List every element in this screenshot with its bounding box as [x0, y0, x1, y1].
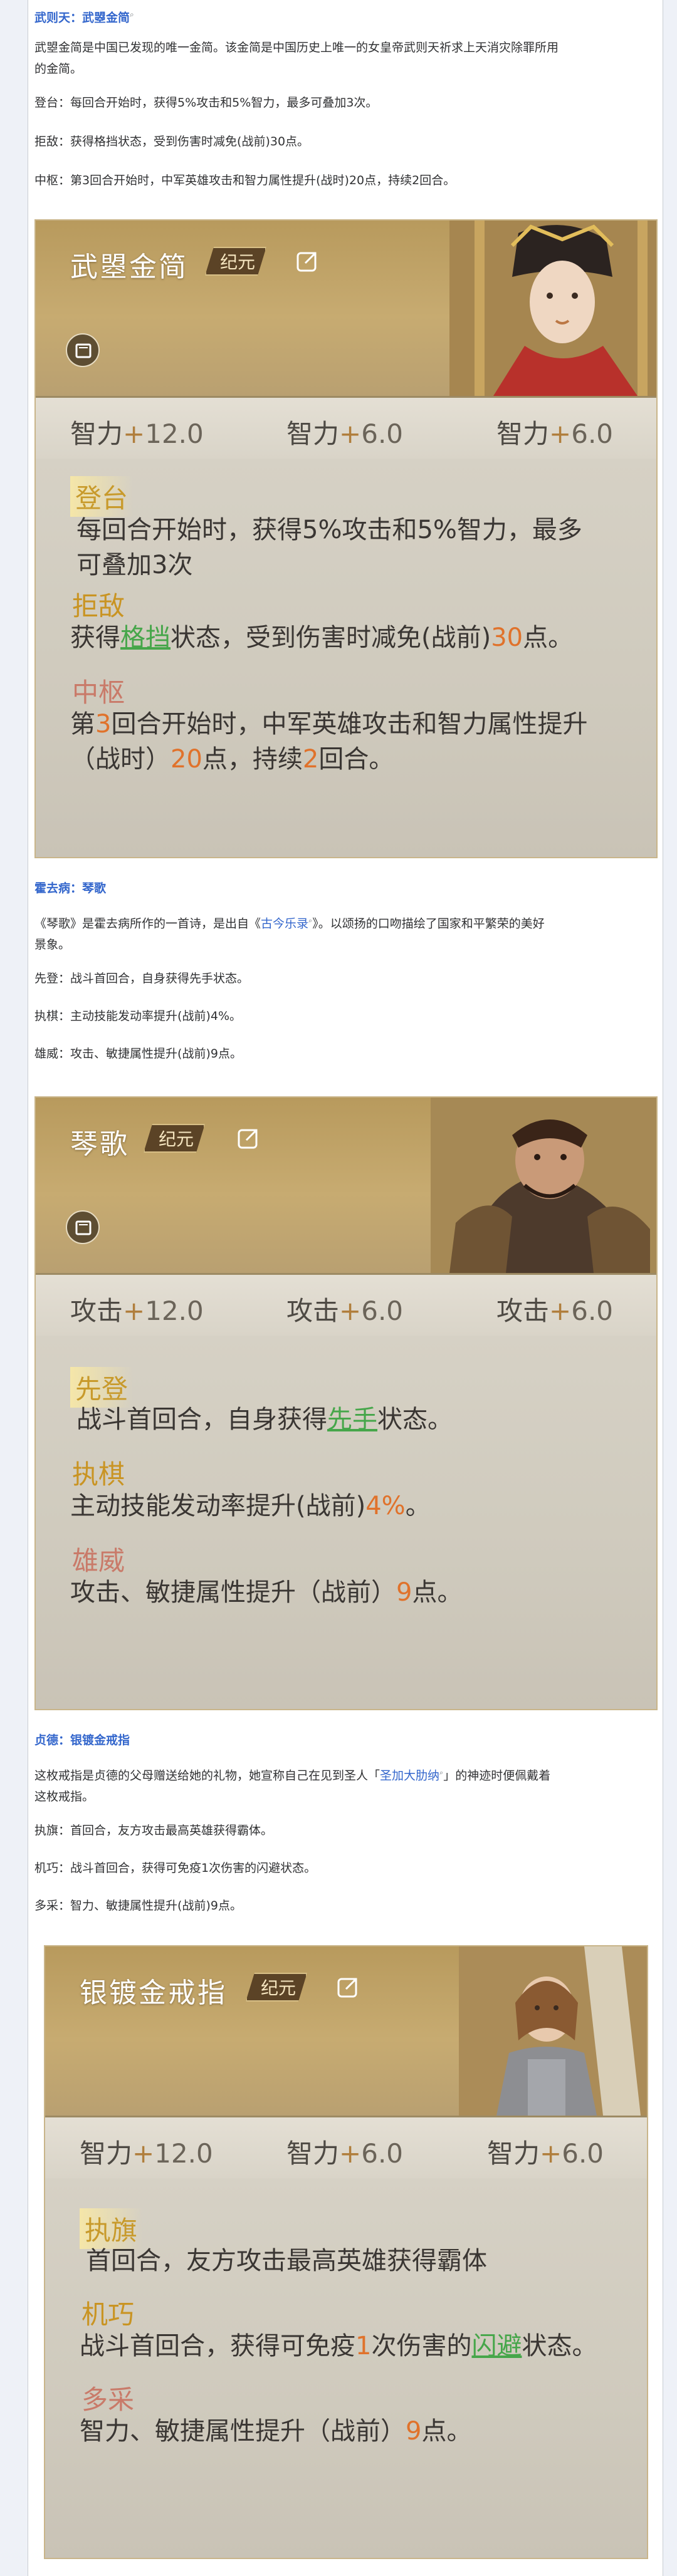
skill-label: 机巧: [81, 2299, 135, 2330]
stat-2: 智力+6.0: [286, 418, 404, 449]
hero-portrait: [431, 1098, 656, 1273]
item-link[interactable]: 银镀金戒指: [70, 1733, 130, 1747]
book-icon[interactable]: [66, 1210, 100, 1244]
skill-line: 执旗：首回合，友方攻击最高英雄获得霸体。: [34, 1824, 273, 1838]
treasure-card-qinge: 琴歌 纪元 攻击+12.0 攻击+6.0 攻击+6.0 先登 战斗首回合，自身获…: [34, 1096, 658, 1710]
treasure-card-wuzhao: 武曌金简 纪元 智力+12.0 智力+6.0 智力+6.0 登台 每回合开始时，…: [34, 219, 658, 858]
card-header: 武曌金简 纪元: [36, 221, 656, 396]
article-page: 武则天：武曌金简⌕ 武曌金简是中国已发现的唯一金简。该金简是中国历史上唯一的女皇…: [28, 0, 663, 2576]
stats-bar: 智力+12.0 智力+6.0 智力+6.0: [36, 396, 656, 459]
card-title: 银镀金戒指: [80, 1977, 227, 2009]
skill-desc: 第3回合开始时，中军英雄攻击和智力属性提升 （战时）20点，持续2回合。: [70, 710, 588, 774]
intro-paragraph: 武曌金简是中国已发现的唯一金简。该金简是中国历史上唯一的女皇帝武则天祈求上天消灾…: [34, 41, 559, 76]
skill-line: 先登：战斗首回合，自身获得先手状态。: [34, 972, 249, 986]
card-title: 琴歌: [70, 1128, 129, 1160]
skills-panel: 执旗 首回合，友方攻击最高英雄获得霸体 机巧 战斗首回合，获得可免疫1次伤害的闪…: [45, 2178, 647, 2558]
stat-1: 智力+12.0: [80, 2138, 213, 2169]
section-jeanne: 贞德：银镀金戒指 这枚戒指是贞德的父母赠送给她的礼物，她宣称自己在见到圣人「圣加…: [34, 1732, 661, 1916]
stat-1: 攻击+12.0: [70, 1296, 204, 1326]
item-link[interactable]: 武曌金简: [82, 11, 130, 24]
hero-link[interactable]: 霍去病: [34, 881, 70, 895]
skill-line: 中枢：第3回合开始时，中军英雄攻击和智力属性提升(战时)20点，持续2回合。: [34, 174, 456, 188]
stat-3: 攻击+6.0: [496, 1296, 614, 1326]
skill-label: 登台: [70, 476, 134, 517]
treasure-card-ring: 银镀金戒指 纪元 智力+12.0 智力+6.0 智力+6.0 执旗 首回合，友方…: [44, 1945, 648, 2559]
reference-link[interactable]: 圣加大肋纳: [380, 1768, 439, 1782]
section-heading: 武则天：武曌金简⌕: [34, 10, 134, 25]
stat-3: 智力+6.0: [496, 418, 614, 449]
hero-portrait: [449, 221, 656, 396]
skill-line: 拒敌：获得格挡状态，受到伤害时减免(战前)30点。: [34, 135, 310, 149]
card-title: 武曌金简: [70, 251, 188, 283]
section-wuzetian: 武则天：武曌金简⌕ 武曌金简是中国已发现的唯一金简。该金简是中国历史上唯一的女皇…: [34, 6, 661, 191]
skill-label: 执棋: [72, 1459, 125, 1490]
reference-link[interactable]: 古今乐录: [261, 917, 308, 930]
card-header: 琴歌 纪元: [36, 1098, 656, 1273]
skill-line: 执棋：主动技能发动率提升(战前)4%。: [34, 1009, 241, 1024]
skill-desc: 获得格挡状态，受到伤害时减免(战前)30点。: [70, 623, 574, 652]
stat-2: 智力+6.0: [286, 2138, 404, 2169]
section-heading: 霍去病：琴歌: [34, 881, 107, 895]
item-link[interactable]: 琴歌: [82, 881, 106, 895]
hero-link[interactable]: 武则天: [34, 11, 70, 24]
share-icon[interactable]: [235, 1125, 261, 1151]
skill-line: 机巧：战斗首回合，获得可免疫1次伤害的闪避状态。: [34, 1861, 317, 1876]
era-badge: 纪元: [205, 247, 266, 276]
skill-desc: 每回合开始时，获得5%攻击和5%智力，最多 可叠加3次: [76, 516, 582, 579]
skill-desc: 首回合，友方攻击最高英雄获得霸体: [86, 2246, 487, 2275]
skills-panel: 登台 每回合开始时，获得5%攻击和5%智力，最多 可叠加3次 拒敌 获得格挡状态…: [36, 459, 656, 857]
skill-line: 登台：每回合开始时，获得5%攻击和5%智力，最多可叠加3次。: [34, 96, 378, 110]
skill-desc: 智力、敏捷属性提升（战前）9点。: [80, 2417, 472, 2446]
skill-desc: 战斗首回合，自身获得先手状态。: [76, 1405, 453, 1434]
skill-desc: 战斗首回合，获得可免疫1次伤害的闪避状态。: [80, 2332, 597, 2360]
stats-bar: 攻击+12.0 攻击+6.0 攻击+6.0: [36, 1273, 656, 1336]
card-header: 银镀金戒指 纪元: [45, 1946, 647, 2116]
stat-3: 智力+6.0: [487, 2138, 604, 2169]
era-badge: 纪元: [246, 1973, 307, 2002]
skill-line: 多采：智力、敏捷属性提升(战前)9点。: [34, 1899, 242, 1913]
hero-link[interactable]: 贞德: [34, 1733, 58, 1747]
search-icon[interactable]: ⌕: [130, 10, 134, 19]
skill-line: 雄威：攻击、敏捷属性提升(战前)9点。: [34, 1047, 242, 1061]
intro-paragraph: 《琴歌》是霍去病所作的一首诗，是出自《古今乐录⌕》。以颂扬的口吻描绘了国家和平繁…: [34, 917, 545, 952]
skill-desc: 主动技能发动率提升(战前)4%。: [70, 1492, 431, 1520]
skills-panel: 先登 战斗首回合，自身获得先手状态。 执棋 主动技能发动率提升(战前)4%。 雄…: [36, 1336, 656, 1709]
skill-label: 多采: [81, 2384, 135, 2415]
book-icon[interactable]: [66, 333, 100, 367]
section-heading: 贞德：银镀金戒指: [34, 1733, 130, 1747]
skill-label: 雄威: [72, 1545, 125, 1576]
stat-2: 攻击+6.0: [286, 1296, 404, 1326]
intro-paragraph: 这枚戒指是贞德的父母赠送给她的礼物，她宣称自己在见到圣人「圣加大肋纳⌕」的神迹时…: [34, 1768, 551, 1804]
section-huoqubing: 霍去病：琴歌 《琴歌》是霍去病所作的一首诗，是出自《古今乐录⌕》。以颂扬的口吻描…: [34, 880, 661, 1064]
skill-desc: 攻击、敏捷属性提升（战前）9点。: [70, 1578, 463, 1607]
share-icon[interactable]: [335, 1974, 361, 2000]
skill-label: 拒敌: [72, 591, 125, 621]
skill-label: 中枢: [72, 677, 125, 708]
stats-bar: 智力+12.0 智力+6.0 智力+6.0: [45, 2116, 647, 2178]
era-badge: 纪元: [144, 1124, 205, 1153]
share-icon[interactable]: [294, 248, 320, 274]
hero-portrait: [459, 1946, 647, 2116]
stat-1: 智力+12.0: [70, 418, 204, 449]
